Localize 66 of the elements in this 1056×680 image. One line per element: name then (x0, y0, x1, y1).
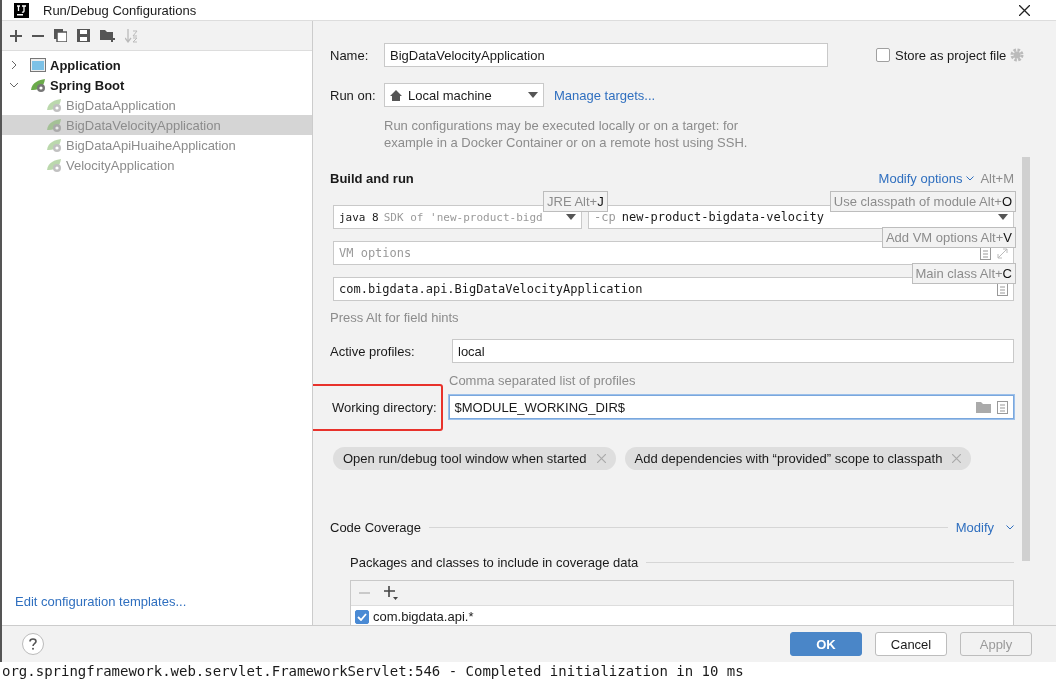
manage-targets-link[interactable]: Manage targets... (554, 87, 656, 103)
tree-group-label[interactable]: Spring Boot (50, 77, 125, 93)
expand-icon[interactable] (997, 247, 1008, 259)
help-button[interactable] (22, 633, 44, 655)
spring-leaf-icon (30, 77, 46, 93)
active-profiles-label: Active profiles: (330, 343, 416, 359)
working-directory-field[interactable]: $MODULE_WORKING_DIR$ (448, 395, 1014, 419)
name-field[interactable]: BigDataVelocityApplication (384, 43, 828, 67)
main-class-field[interactable]: com.bigdata.api.BigDataVelocityApplication (333, 277, 1014, 301)
run-target-dropdown[interactable]: Local machine (384, 83, 544, 107)
spring-leaf-icon (46, 97, 62, 113)
add-icon[interactable] (384, 586, 398, 600)
dropdown-arrow-icon (566, 214, 576, 220)
document-icon[interactable] (980, 246, 991, 260)
save-icon[interactable] (77, 29, 90, 42)
new-folder-icon[interactable] (100, 29, 115, 42)
dialog-button[interactable]: Cancel (875, 632, 947, 656)
checkbox-label[interactable]: Store as project file (895, 47, 1007, 63)
question-mark-icon (29, 638, 37, 650)
copy-icon[interactable] (54, 29, 67, 42)
pattern-label: com.bigdata.api.* (373, 609, 474, 624)
spring-leaf-icon (46, 157, 62, 173)
window-title: Run/Debug Configurations (43, 2, 197, 18)
option-chip[interactable]: Open run/debug tool window when started (333, 447, 616, 470)
folder-icon[interactable] (976, 401, 991, 413)
scrollbar[interactable] (1022, 157, 1030, 561)
dropdown-arrow-icon (998, 214, 1008, 220)
shortcut-tooltip: Add VM options Alt+V (881, 227, 1016, 248)
section-title: Build and run (330, 170, 414, 186)
chevron-down-icon[interactable] (966, 175, 975, 181)
run-on-description: Run configurations may be executed locally or on a target: for example in a Docker Container or on a remote host using SSH. (384, 117, 749, 151)
active-profiles-field[interactable]: local (452, 339, 1014, 363)
jre-dropdown[interactable]: java 8 SDK of 'new-product-bigd (333, 205, 582, 229)
document-icon[interactable] (997, 400, 1008, 414)
dialog-button[interactable]: OK (790, 632, 862, 656)
edit-templates-link[interactable]: Edit configuration templates... (15, 594, 312, 609)
add-icon[interactable] (10, 29, 22, 42)
tree-group-label[interactable]: Application (50, 57, 121, 73)
checkbox[interactable] (355, 609, 369, 624)
tree-item[interactable]: BigDataApplication (2, 95, 312, 115)
run-on-label: Run on: (330, 87, 377, 103)
checkbox[interactable] (876, 48, 890, 62)
document-icon[interactable] (997, 282, 1008, 296)
remove-icon[interactable] (32, 34, 44, 37)
name-label: Name: (330, 47, 370, 63)
section-title: Code Coverage (330, 520, 422, 535)
shortcut-tooltip: JRE Alt+J (543, 191, 608, 212)
shortcut-text: Alt+M (980, 170, 1014, 186)
window-icon (30, 58, 46, 72)
home-icon (390, 89, 402, 101)
profiles-hint-text: Comma separated list of profiles (449, 372, 636, 388)
tree-item[interactable]: VelocityApplication (2, 155, 312, 175)
dropdown-arrow-icon (528, 92, 538, 98)
spring-leaf-icon (46, 137, 62, 153)
tree-item[interactable]: BigDataApiHuaiheApplication (2, 135, 312, 155)
chevron-down-icon[interactable] (1006, 525, 1014, 530)
shortcut-tooltip: Main class Alt+C (911, 263, 1016, 284)
subsection-title: Packages and classes to include in coverage data (350, 555, 639, 570)
modify-options-link[interactable]: Modify options (878, 170, 963, 186)
option-chip[interactable]: Add dependencies with “provided” scope to classpath (624, 447, 972, 470)
close-icon[interactable] (1019, 4, 1030, 16)
working-directory-label: Working directory: (332, 399, 437, 415)
field-hint-text: Press Alt for field hints (330, 309, 459, 325)
modify-link[interactable]: Modify (955, 520, 994, 535)
spring-leaf-icon (46, 117, 62, 133)
shortcut-tooltip: Use classpath of module Alt+O (829, 191, 1016, 212)
